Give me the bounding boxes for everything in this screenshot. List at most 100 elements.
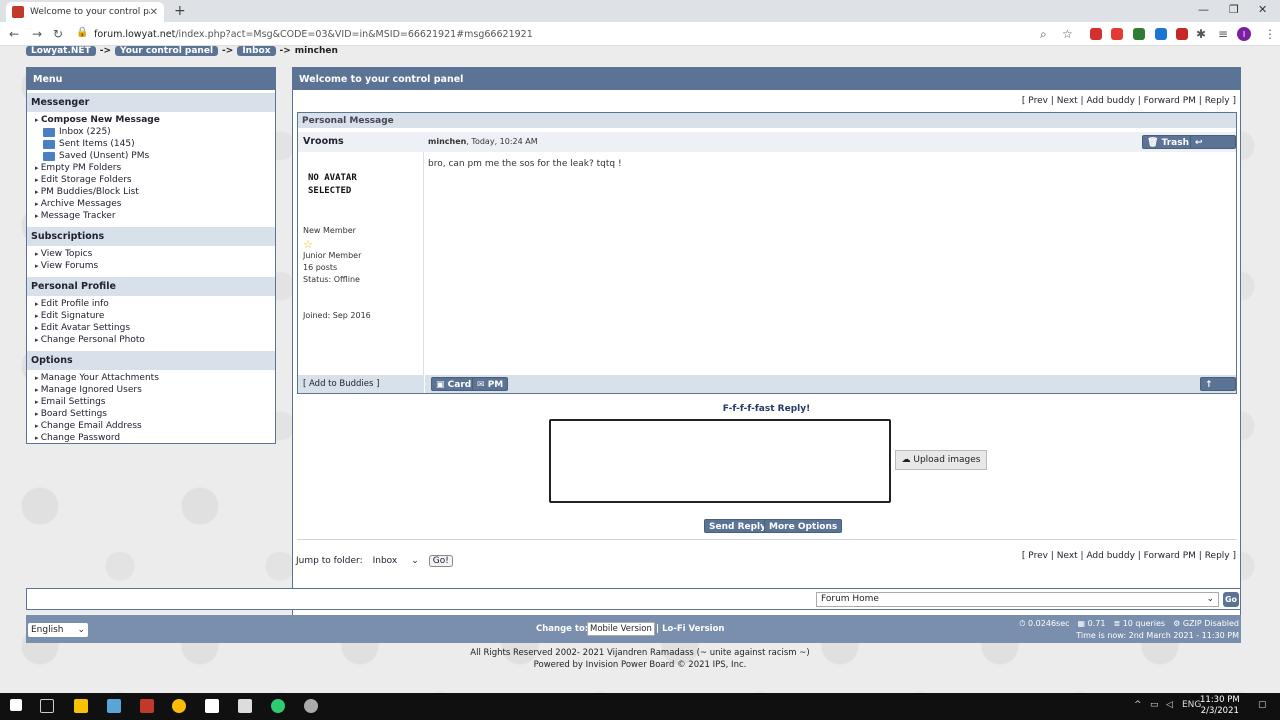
- forward-pm-link[interactable]: Forward PM: [1144, 551, 1196, 561]
- reply-link[interactable]: Reply: [1205, 96, 1230, 106]
- restore-icon[interactable]: ❐: [1229, 3, 1239, 16]
- add-buddy-link[interactable]: Add buddy: [1086, 551, 1134, 561]
- extension-icon[interactable]: [1133, 28, 1145, 40]
- view-topics-link[interactable]: View Topics: [27, 248, 275, 260]
- jump-label: Jump to folder:: [296, 556, 363, 566]
- taskbar-clock[interactable]: 11:30 PM 2/3/2021: [1200, 695, 1240, 717]
- manage-ignored-link[interactable]: Manage Ignored Users: [27, 384, 275, 396]
- upload-images-button[interactable]: ☁ Upload images: [895, 450, 987, 470]
- mobile-version-button[interactable]: Mobile Version: [587, 622, 655, 636]
- edit-profile-link[interactable]: Edit Profile info: [27, 298, 275, 310]
- reload-icon[interactable]: ↻: [53, 27, 63, 41]
- query-count: ≣ 10 queries: [1113, 619, 1166, 628]
- sender-name[interactable]: Vrooms: [303, 136, 344, 147]
- change-email-link[interactable]: Change Email Address: [27, 420, 275, 432]
- sent-items-link[interactable]: Sent Items (145): [27, 138, 275, 150]
- network-icon[interactable]: ▭: [1150, 700, 1159, 710]
- forum-go-button[interactable]: Go: [1223, 592, 1239, 607]
- add-to-buddies-link[interactable]: [ Add to Buddies ]: [303, 379, 379, 389]
- forum-select[interactable]: Forum Home ⌄: [816, 592, 1219, 607]
- app-icon[interactable]: [140, 699, 154, 713]
- trash-button[interactable]: 🗑 Trash: [1142, 135, 1194, 149]
- minimize-icon[interactable]: —: [1198, 3, 1209, 16]
- back-icon[interactable]: ←: [9, 27, 19, 41]
- new-tab-icon[interactable]: +: [174, 3, 186, 19]
- more-options-button[interactable]: More Options: [764, 519, 843, 533]
- notifications-icon[interactable]: ▢: [1258, 700, 1267, 710]
- reply-link[interactable]: Reply: [1205, 551, 1230, 561]
- app-icon[interactable]: [107, 699, 121, 713]
- section-subscriptions: Subscriptions: [27, 227, 275, 246]
- app-icon[interactable]: [304, 699, 318, 713]
- lock-icon[interactable]: 🔒: [76, 27, 88, 38]
- extension-icon[interactable]: [1111, 28, 1123, 40]
- edit-signature-link[interactable]: Edit Signature: [27, 310, 275, 322]
- inbox-link[interactable]: Inbox (225): [27, 126, 275, 138]
- reply-button[interactable]: ↩ Reply: [1190, 135, 1236, 162]
- prev-link[interactable]: Prev: [1028, 96, 1048, 106]
- compose-message-link[interactable]: Compose New Message: [27, 114, 275, 126]
- forum-jump-bar: Forum Home ⌄ Go: [26, 588, 1241, 610]
- empty-folders-link[interactable]: Empty PM Folders: [27, 162, 275, 174]
- zoom-icon[interactable]: ⌕: [1040, 27, 1047, 42]
- view-forums-link[interactable]: View Forums: [27, 260, 275, 272]
- pm-meta-row: Vrooms minchen, Today, 10:24 AM 🗑 Trash …: [298, 132, 1236, 162]
- browser-tab[interactable]: Welcome to your control panel ✕: [6, 2, 164, 22]
- breadcrumb-home[interactable]: Lowyat.NET: [26, 46, 96, 56]
- file-explorer-icon[interactable]: [74, 699, 88, 713]
- pm-button[interactable]: ✉ PM: [472, 377, 509, 391]
- forward-icon[interactable]: →: [32, 27, 42, 41]
- tray-chevron-icon[interactable]: ^: [1134, 700, 1142, 710]
- saved-pms-link[interactable]: Saved (Unsent) PMs: [27, 150, 275, 162]
- input-language[interactable]: ENG: [1182, 700, 1201, 710]
- rank-star-icon: ☆: [303, 238, 313, 251]
- close-tab-icon[interactable]: ✕: [150, 7, 158, 18]
- bookmark-star-icon[interactable]: ☆: [1062, 27, 1073, 41]
- top-button[interactable]: ↑ Top: [1200, 377, 1236, 404]
- task-view-icon[interactable]: [40, 699, 54, 713]
- board-settings-link[interactable]: Board Settings: [27, 408, 275, 420]
- prev-link[interactable]: Prev: [1028, 551, 1048, 561]
- volume-icon[interactable]: ◁: [1166, 700, 1173, 710]
- breadcrumb-control-panel[interactable]: Your control panel: [115, 46, 219, 56]
- email-settings-link[interactable]: Email Settings: [27, 396, 275, 408]
- profile-avatar[interactable]: I: [1237, 27, 1251, 41]
- add-buddy-link[interactable]: Add buddy: [1086, 96, 1134, 106]
- extension-icon[interactable]: [1155, 28, 1167, 40]
- message-tracker-link[interactable]: Message Tracker: [27, 210, 275, 222]
- start-icon[interactable]: [10, 699, 22, 711]
- folder-icon: [43, 127, 55, 137]
- pm-buddies-link[interactable]: PM Buddies/Block List: [27, 186, 275, 198]
- change-password-link[interactable]: Change Password: [27, 432, 275, 444]
- fast-reply-textarea[interactable]: [549, 419, 891, 503]
- next-link[interactable]: Next: [1057, 551, 1078, 561]
- url-field[interactable]: forum.lowyat.net/index.php?act=Msg&CODE=…: [94, 29, 533, 40]
- app-icon[interactable]: [271, 699, 285, 713]
- breadcrumb-inbox[interactable]: Inbox: [237, 46, 276, 56]
- language-select[interactable]: English ⌄: [28, 623, 88, 637]
- app-icon[interactable]: [238, 699, 252, 713]
- playlist-icon[interactable]: ≡: [1218, 27, 1228, 41]
- pm-footer: [ Add to Buddies ] ▣ Card ✉ PM ↑ Top: [298, 375, 1236, 404]
- send-reply-button[interactable]: Send Reply: [704, 519, 771, 533]
- close-window-icon[interactable]: ✕: [1258, 3, 1267, 16]
- chrome-icon[interactable]: [172, 699, 186, 713]
- extension-icon[interactable]: [1090, 28, 1102, 40]
- exec-time: ⏱ 0.0246sec: [1019, 619, 1070, 628]
- card-button[interactable]: ▣ Card: [431, 377, 477, 391]
- go-folder-button[interactable]: Go!: [428, 555, 453, 567]
- edit-avatar-link[interactable]: Edit Avatar Settings: [27, 322, 275, 334]
- app-icon[interactable]: [205, 699, 219, 713]
- menu-kebab-icon[interactable]: ⋮: [1264, 27, 1276, 41]
- folder-select[interactable]: Inbox ⌄: [369, 556, 423, 566]
- forward-pm-link[interactable]: Forward PM: [1144, 96, 1196, 106]
- next-link[interactable]: Next: [1057, 96, 1078, 106]
- lofi-version-link[interactable]: | Lo-Fi Version: [656, 624, 724, 634]
- extensions-puzzle-icon[interactable]: ✱: [1196, 27, 1206, 41]
- manage-attachments-link[interactable]: Manage Your Attachments: [27, 372, 275, 384]
- status-bar: English ⌄ Change to: Mobile Version | Lo-…: [26, 615, 1241, 643]
- archive-messages-link[interactable]: Archive Messages: [27, 198, 275, 210]
- change-photo-link[interactable]: Change Personal Photo: [27, 334, 275, 346]
- edit-storage-link[interactable]: Edit Storage Folders: [27, 174, 275, 186]
- extension-icon[interactable]: [1176, 28, 1188, 40]
